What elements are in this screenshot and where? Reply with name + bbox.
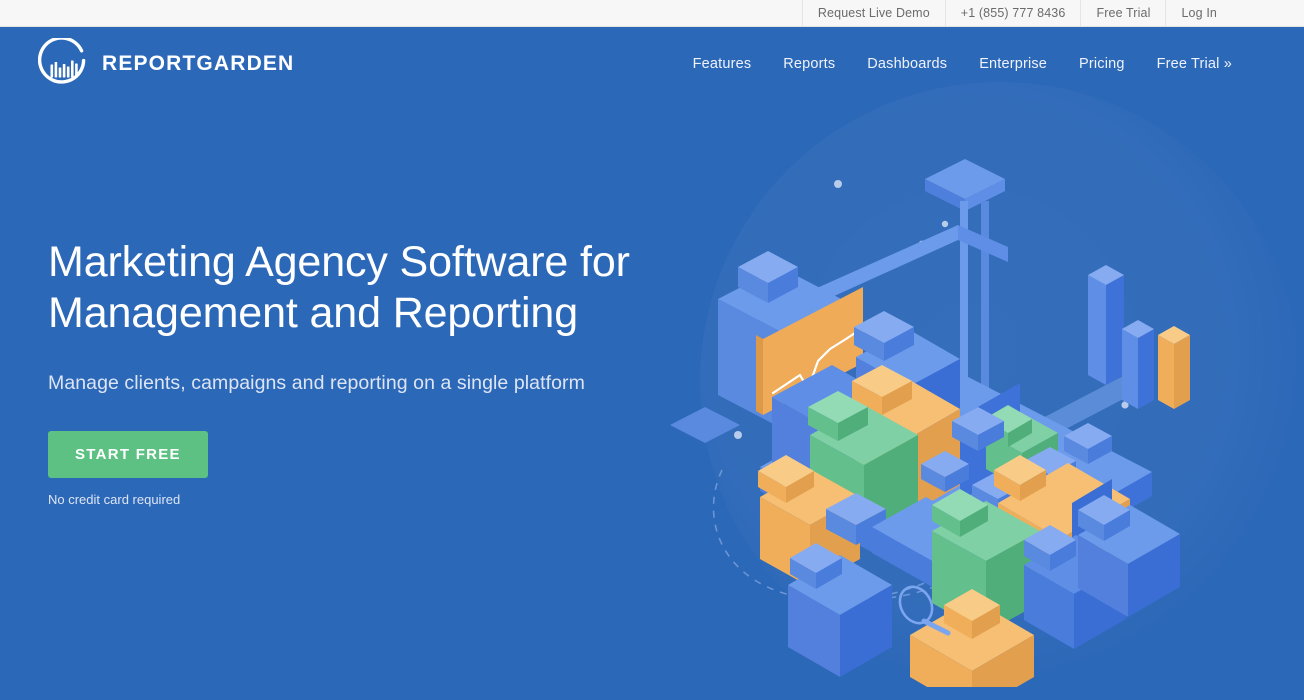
brand-name: REPORTGARDEN [102,51,295,75]
isometric-data-platform-illustration [660,117,1280,687]
nav-item-free-trial[interactable]: Free Trial » [1141,50,1232,78]
hero-subtitle: Manage clients, campaigns and reporting … [48,372,585,394]
hero-copy: Marketing Agency Software for Management… [48,237,668,507]
hero-title-line-1: Marketing Agency Software for [48,238,630,286]
start-free-button[interactable]: START FREE [48,431,208,478]
utility-item-request-live-demo[interactable]: Request Live Demo [801,0,945,26]
bar-orange-right [1158,326,1190,409]
page-title: Marketing Agency Software for Management… [48,237,668,339]
hero-title-line-2: Management and Reporting [48,289,578,337]
hero-section: REPORTGARDEN Features Reports Dashboards… [0,27,1304,700]
nav-item-enterprise[interactable]: Enterprise [963,50,1063,78]
main-navigation: Features Reports Dashboards Enterprise P… [677,50,1232,78]
brand-logo[interactable]: REPORTGARDEN [38,37,295,90]
box-blue-front-left [788,543,892,677]
utility-bar-spacer [1232,0,1304,26]
site-header: REPORTGARDEN Features Reports Dashboards… [0,27,1304,100]
utility-item-log-in[interactable]: Log In [1165,0,1232,26]
nav-item-dashboards[interactable]: Dashboards [851,50,963,78]
cta-note: No credit card required [48,492,181,507]
nav-item-features[interactable]: Features [677,50,768,78]
utility-item-phone-number[interactable]: +1 (855) 777 8436 [944,0,1081,26]
nav-item-reports[interactable]: Reports [767,50,851,78]
nav-item-pricing[interactable]: Pricing [1063,50,1141,78]
utility-bar: Request Live Demo +1 (855) 777 8436 Free… [0,0,1304,27]
bar-chart-circle-icon [38,37,90,90]
floating-diamond [670,407,740,443]
utility-item-free-trial[interactable]: Free Trial [1080,0,1165,26]
